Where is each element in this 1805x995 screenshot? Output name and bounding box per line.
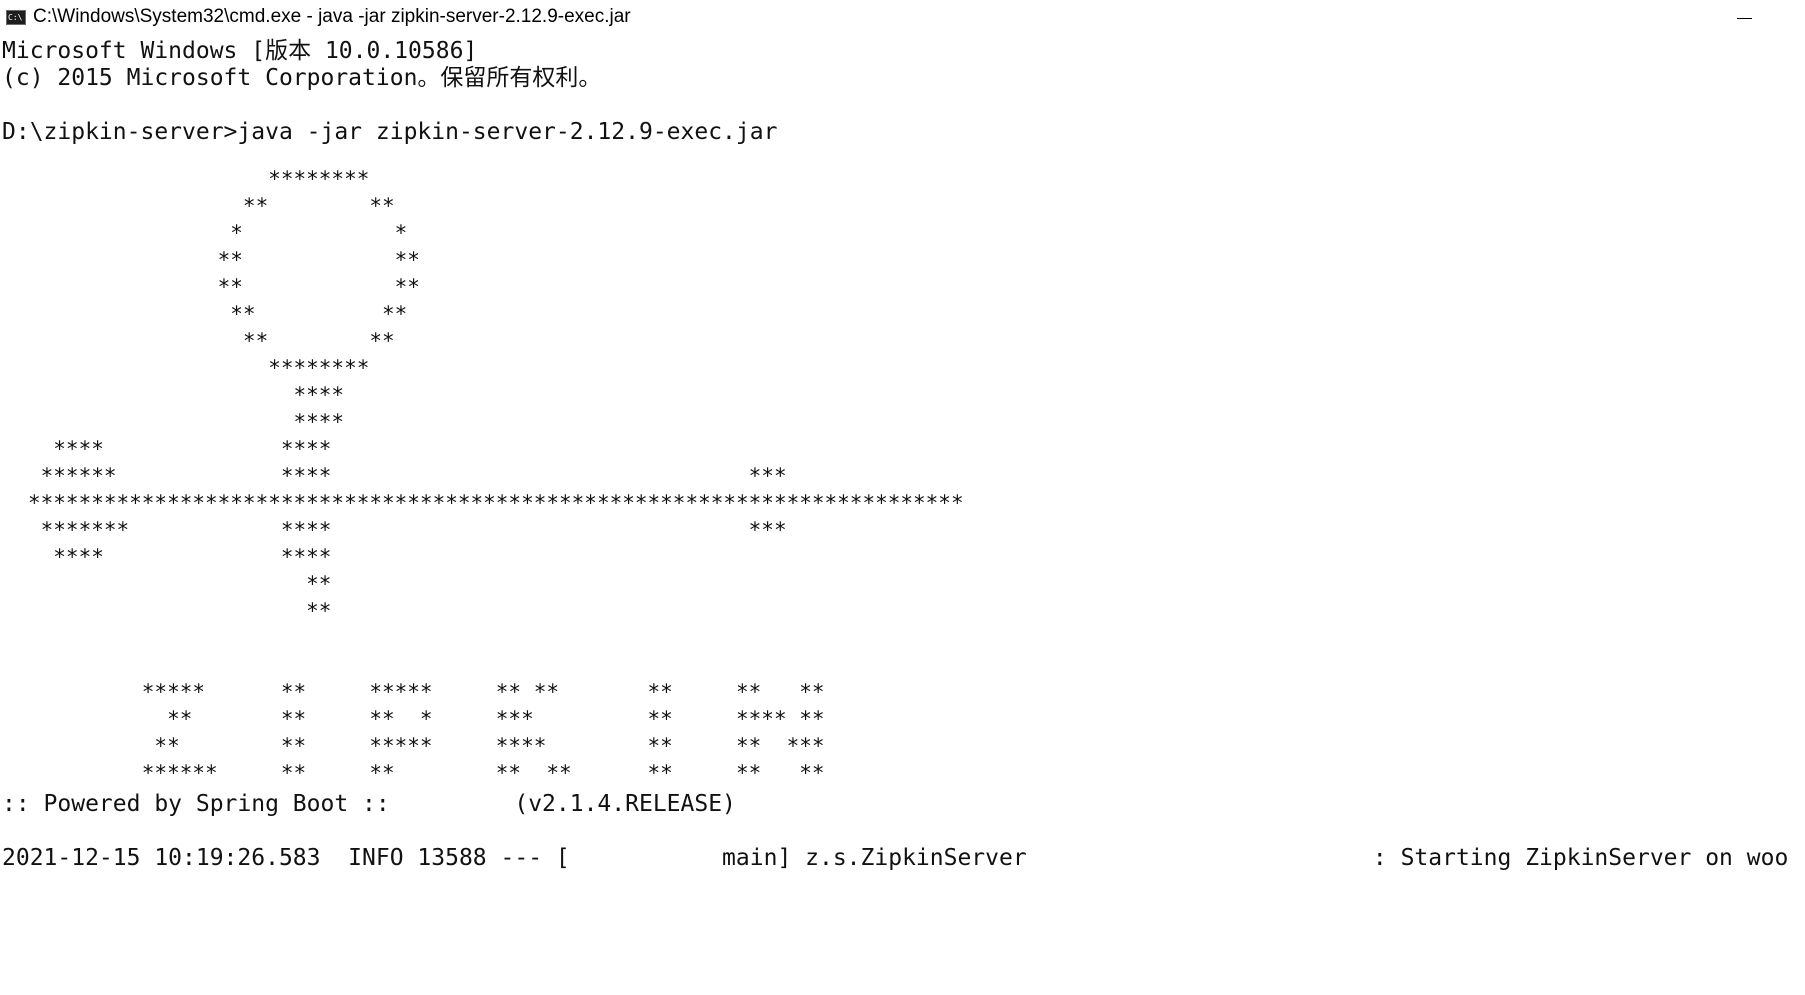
cmd-window: C:\ C:\Windows\System32\cmd.exe - java -… [0, 0, 1805, 995]
log-line: 2021-12-15 10:19:26.583 INFO 13588 --- [… [2, 845, 1789, 871]
console-output[interactable]: Microsoft Windows [版本 10.0.10586] (c) 20… [0, 36, 1805, 995]
art-row: ** [28, 599, 332, 623]
zipkin-ascii-art: ******** ** ** * * ** ** ** ** ** ** ** … [28, 164, 1098, 704]
zipkin-letters-row-4: ****** ** ** ** ** ** ** ** [28, 761, 825, 785]
prompt: D:\zipkin-server> [2, 119, 238, 145]
spring-boot-version-line: :: Powered by Spring Boot :: (v2.1.4.REL… [2, 791, 736, 817]
command-text: java -jar zipkin-server-2.12.9-exec.jar [237, 119, 778, 145]
title-bar[interactable]: C:\ C:\Windows\System32\cmd.exe - java -… [0, 0, 1805, 36]
minimize-button[interactable] [1735, 8, 1755, 28]
banner-line-copyright: (c) 2015 Microsoft Corporation。保留所有权利。 [2, 65, 602, 91]
cmd-icon[interactable]: C:\ [6, 10, 26, 25]
command-line: D:\zipkin-server>java -jar zipkin-server… [2, 117, 777, 148]
window-title: C:\Windows\System32\cmd.exe - java -jar … [33, 6, 631, 27]
